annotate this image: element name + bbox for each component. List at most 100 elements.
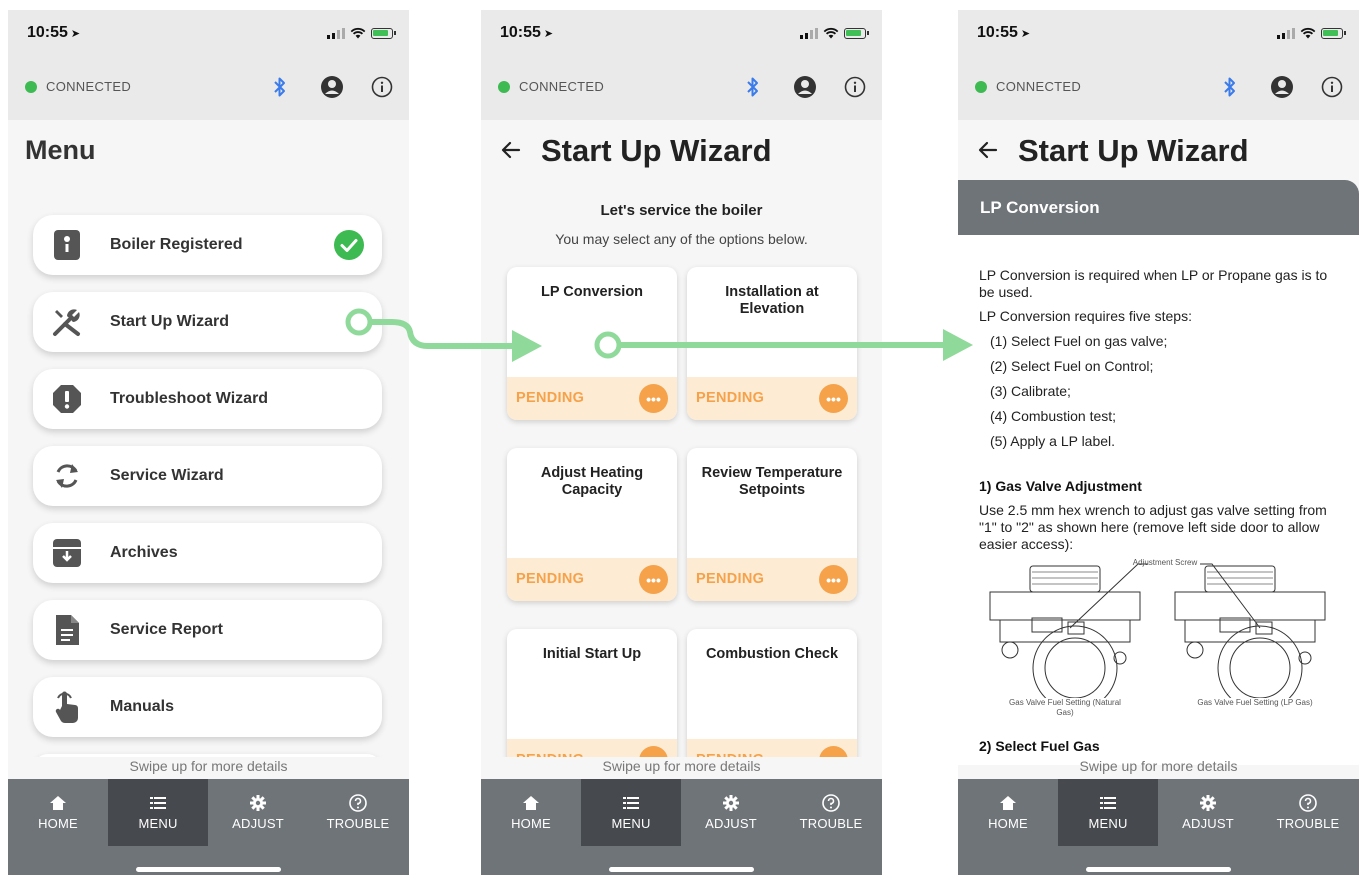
lp-steps-intro: LP Conversion requires five steps:: [979, 308, 1192, 324]
tab-home[interactable]: HOME: [958, 779, 1058, 846]
tab-menu[interactable]: MENU: [108, 779, 208, 846]
phone-lp-conversion-screen: 10:55 ➤ CONNECTED Start Up Wizard LP Conv…: [958, 10, 1359, 875]
card-title: LP Conversion: [540, 284, 644, 300]
home-icon: [49, 794, 67, 812]
gear-icon: [1199, 794, 1217, 812]
tab-trouble[interactable]: TROUBLE: [1258, 779, 1358, 846]
card-title: Installation at Elevation: [725, 284, 819, 317]
signal-icon: [327, 27, 345, 39]
gas-valve-figure: Adjustment Screw Gas Valve Fuel Setting …: [980, 558, 1340, 723]
status-bar: 10:55 ➤: [958, 10, 1359, 58]
connection-status-dot: [498, 81, 510, 93]
battery-icon: [1321, 27, 1346, 39]
tab-home[interactable]: HOME: [481, 779, 581, 846]
info-icon[interactable]: [842, 74, 868, 100]
menu-item-archives[interactable]: Archives: [33, 523, 382, 583]
question-icon: [349, 794, 367, 812]
info-icon[interactable]: [1319, 74, 1345, 100]
tab-adjust[interactable]: ADJUST: [681, 779, 781, 846]
tab-home[interactable]: HOME: [8, 779, 108, 846]
archive-icon: [50, 536, 84, 570]
gear-icon: [249, 794, 267, 812]
card-title: Initial Start Up: [542, 646, 642, 662]
tab-adjust[interactable]: ADJUST: [1158, 779, 1258, 846]
boiler-icon: [50, 228, 84, 262]
menu-item-boiler-registered[interactable]: Boiler Registered: [33, 215, 382, 275]
account-icon[interactable]: [1269, 74, 1295, 100]
connection-status-dot: [975, 81, 987, 93]
card-title: Review Temperature Setpoints: [701, 465, 843, 498]
more-options-icon[interactable]: •••: [639, 565, 668, 594]
more-options-icon[interactable]: •••: [639, 384, 668, 413]
card-title: Adjust Heating Capacity: [540, 465, 644, 498]
wizard-card-review-temperature-setpoints[interactable]: Review Temperature Setpoints PENDING •••: [687, 448, 857, 601]
more-options-icon[interactable]: •••: [819, 384, 848, 413]
wizard-card-installation-at-elevation[interactable]: Installation at Elevation PENDING •••: [687, 267, 857, 420]
tab-trouble[interactable]: TROUBLE: [781, 779, 881, 846]
card-footer: PENDING •••: [507, 558, 677, 601]
account-icon[interactable]: [319, 74, 345, 100]
card-footer: PENDING •••: [687, 558, 857, 601]
status-bar: 10:55 ➤: [8, 10, 409, 58]
more-options-icon[interactable]: •••: [819, 565, 848, 594]
menu-item-label: Boiler Registered: [110, 236, 243, 253]
wizard-card-adjust-heating-capacity[interactable]: Adjust Heating Capacity PENDING •••: [507, 448, 677, 601]
menu-list-icon: [149, 794, 167, 812]
menu-item-troubleshoot-wizard[interactable]: Troubleshoot Wizard: [33, 369, 382, 429]
step1-heading: 1) Gas Valve Adjustment: [979, 478, 1142, 494]
back-arrow-icon[interactable]: [976, 138, 1000, 162]
card-footer: PENDING •••: [687, 377, 857, 420]
document-icon: [50, 613, 84, 647]
battery-icon: [844, 27, 869, 39]
bluetooth-icon[interactable]: [267, 74, 293, 100]
menu-item-label: Archives: [110, 544, 178, 561]
menu-item-manuals[interactable]: Manuals: [33, 677, 382, 737]
menu-item-service-wizard[interactable]: Service Wizard: [33, 446, 382, 506]
figure-caption-right: Gas Valve Fuel Setting (LP Gas): [1197, 698, 1313, 707]
alert-octagon-icon: [50, 382, 84, 416]
menu-item-label: Start Up Wizard: [110, 313, 229, 330]
status-badge: PENDING: [696, 571, 765, 587]
lp-intro: LP Conversion is required when LP or Pro…: [979, 267, 1328, 300]
sync-icon: [50, 459, 84, 493]
bluetooth-icon[interactable]: [1217, 74, 1243, 100]
lp-step: (1) Select Fuel on gas valve;: [990, 333, 1168, 349]
menu-list-icon: [1099, 794, 1117, 812]
section-title: LP Conversion: [980, 198, 1100, 217]
info-icon[interactable]: [369, 74, 395, 100]
page-title: Menu: [25, 135, 96, 165]
signal-icon: [1277, 27, 1295, 39]
wizard-card-lp-conversion[interactable]: LP Conversion PENDING •••: [507, 267, 677, 420]
bluetooth-icon[interactable]: [740, 74, 766, 100]
account-icon[interactable]: [792, 74, 818, 100]
home-indicator: [609, 867, 754, 872]
page-title: Start Up Wizard: [541, 133, 772, 168]
status-time: 10:55 ➤: [27, 24, 81, 41]
tab-menu[interactable]: MENU: [1058, 779, 1158, 846]
connection-bar: CONNECTED: [481, 58, 882, 120]
tab-menu[interactable]: MENU: [581, 779, 681, 846]
menu-item-label: Troubleshoot Wizard: [110, 390, 269, 407]
gear-icon: [722, 794, 740, 812]
system-icons: [800, 27, 869, 39]
screenshot: 10:55 ➤ CONNECTED Menu Boiler Registered …: [0, 0, 1364, 875]
lp-step: (3) Calibrate;: [990, 383, 1071, 399]
location-arrow-icon: ➤: [543, 28, 554, 40]
wifi-icon: [1300, 27, 1316, 39]
back-arrow-icon[interactable]: [499, 138, 523, 162]
tab-adjust[interactable]: ADJUST: [208, 779, 308, 846]
tools-icon: [50, 305, 84, 339]
menu-item-label: Service Report: [110, 621, 223, 638]
tab-bar: HOME MENU ADJUST TROUBLE: [958, 779, 1359, 875]
status-badge: PENDING: [696, 390, 765, 406]
tab-trouble[interactable]: TROUBLE: [308, 779, 408, 846]
wifi-icon: [350, 27, 366, 39]
system-icons: [327, 27, 396, 39]
step2-heading: 2) Select Fuel Gas: [979, 738, 1100, 754]
connection-label: CONNECTED: [519, 79, 605, 94]
signal-icon: [800, 27, 818, 39]
connection-label: CONNECTED: [996, 79, 1082, 94]
menu-item-service-report[interactable]: Service Report: [33, 600, 382, 660]
gas-valve-illustration: [989, 563, 1326, 711]
menu-item-start-up-wizard[interactable]: Start Up Wizard: [33, 292, 382, 352]
